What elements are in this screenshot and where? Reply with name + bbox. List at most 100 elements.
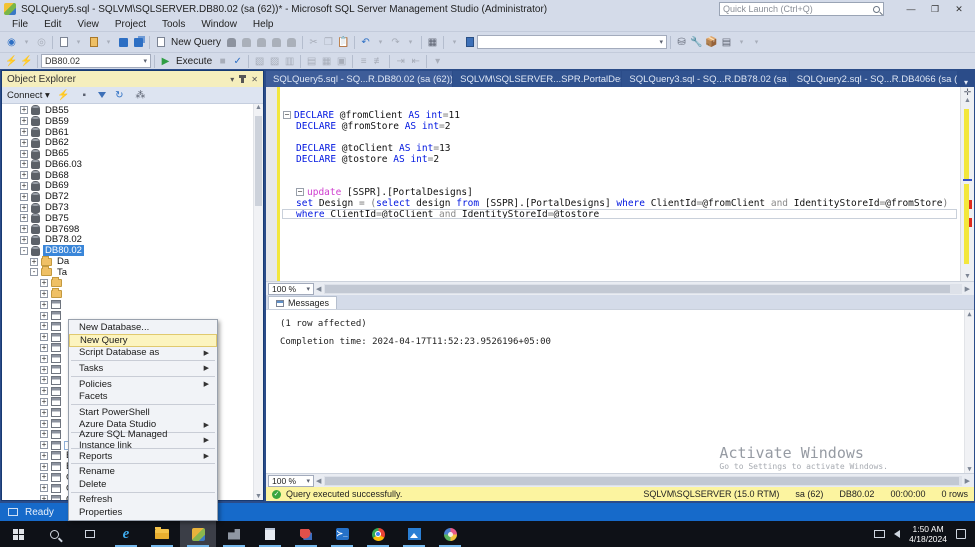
save-all-icon[interactable] <box>131 35 146 50</box>
taskbar-chrome[interactable] <box>360 521 396 547</box>
tab-sqlquery5-sql[interactable]: SQLQuery5.sql - SQ...R.DB80.02 (sa (62))… <box>266 71 453 87</box>
restore-button[interactable]: ❐ <box>923 1 947 17</box>
tree-row-db55[interactable]: + DB55 <box>2 105 263 116</box>
refresh-icon[interactable]: ↻ <box>112 89 127 101</box>
database-combo[interactable]: DB80.02 ▾ <box>41 54 151 68</box>
collapse-icon[interactable]: - <box>30 268 38 277</box>
forward-icon[interactable]: ◎ <box>34 35 49 50</box>
tree-row-db66-03[interactable]: + DB66.03 <box>2 159 263 170</box>
open-file-icon[interactable] <box>86 35 101 50</box>
expand-icon[interactable]: + <box>20 225 28 234</box>
expand-icon[interactable]: + <box>30 257 38 266</box>
tab-sqlvm-sqlserv[interactable]: SQLVM\SQLSERVER...SPR.PortalDesigns <box>453 71 622 87</box>
expand-icon[interactable]: + <box>20 171 28 180</box>
tree-row[interactable]: + <box>2 287 263 300</box>
expand-icon[interactable]: + <box>20 214 28 223</box>
editor-scroll-up-icon[interactable]: ▲ <box>964 97 971 104</box>
new-query-button[interactable]: New Query <box>168 37 224 48</box>
new-query-icon[interactable] <box>153 35 168 50</box>
outdent-icon[interactable]: ⇤ <box>408 54 423 69</box>
indent-icon[interactable]: ⇥ <box>393 54 408 69</box>
new-dta-query-icon[interactable] <box>224 35 239 50</box>
parse-icon[interactable]: ✓ <box>230 54 245 69</box>
taskbar-paint[interactable] <box>432 521 468 547</box>
expand-icon[interactable]: + <box>40 419 48 428</box>
designer-icon[interactable]: ▥ <box>282 54 297 69</box>
scripts-icon[interactable]: ⁂ <box>133 89 148 101</box>
toolbar2-overflow-icon[interactable]: ▾ <box>430 54 445 69</box>
open-query-icon[interactable] <box>284 35 299 50</box>
cut-icon[interactable]: ✂ <box>306 35 321 50</box>
tree-row-db61[interactable]: + DB61 <box>2 127 263 138</box>
new-item-icon[interactable] <box>56 35 71 50</box>
results-hscrollbar[interactable] <box>324 475 962 486</box>
pane-close-icon[interactable]: ✕ <box>251 75 258 84</box>
new-item-dropdown-icon[interactable]: ▾ <box>71 35 86 50</box>
tree-row-db65[interactable]: + DB65 <box>2 148 263 159</box>
copy-icon[interactable]: ❒ <box>321 35 336 50</box>
expand-icon[interactable]: + <box>20 149 28 158</box>
expand-icon[interactable]: + <box>40 365 48 374</box>
taskbar-server-manager[interactable] <box>216 521 252 547</box>
context-menu-item-properties[interactable]: Properties <box>69 506 217 519</box>
menu-view[interactable]: View <box>69 19 107 30</box>
context-menu-item-policies[interactable]: Policies ▶ <box>69 378 217 391</box>
uncomment-icon[interactable]: ≢ <box>371 54 386 69</box>
tree-row-ta[interactable]: - Ta <box>2 266 263 278</box>
tree-row-db75[interactable]: + DB75 <box>2 213 263 224</box>
results-text-icon[interactable]: ▤ <box>304 54 319 69</box>
menu-edit[interactable]: Edit <box>36 19 69 30</box>
new-mdx-query-icon[interactable] <box>239 35 254 50</box>
hscroll-right-icon[interactable]: ▶ <box>963 285 972 293</box>
export-icon[interactable]: ⛁ <box>674 35 689 50</box>
toolbar-overflow-icon[interactable]: ▾ <box>749 35 764 50</box>
list-dropdown-icon[interactable]: ▾ <box>734 35 749 50</box>
redo-dropdown-icon[interactable]: ▾ <box>403 35 418 50</box>
quick-launch-input[interactable]: Quick Launch (Ctrl+Q) <box>719 2 884 16</box>
editor-scroll-down-icon[interactable]: ▼ <box>964 273 971 280</box>
taskbar-ssms-active[interactable] <box>180 521 216 547</box>
disconnect-icon[interactable]: ⚡ <box>56 89 71 101</box>
context-menu-item-rename[interactable]: Rename <box>69 465 217 478</box>
expand-icon[interactable]: + <box>40 354 48 363</box>
expand-icon[interactable]: + <box>20 181 28 190</box>
expand-icon[interactable]: + <box>40 441 48 450</box>
find-combo[interactable]: ▾ <box>477 35 668 49</box>
tree-row-db62[interactable]: + DB62 <box>2 137 263 148</box>
expand-icon[interactable]: + <box>20 235 28 244</box>
expand-icon[interactable]: + <box>40 473 48 482</box>
expand-icon[interactable]: + <box>40 495 48 500</box>
toolbar-dropdown-icon[interactable]: ▾ <box>447 35 462 50</box>
tree-row-da[interactable]: + Da <box>2 255 263 267</box>
change-connection-icon[interactable]: ⚡ <box>19 54 34 69</box>
tree-row-db73[interactable]: + DB73 <box>2 202 263 213</box>
package-icon[interactable]: 📦 <box>704 35 719 50</box>
filter-icon[interactable] <box>97 92 106 98</box>
wrench-icon[interactable]: 🔧 <box>689 35 704 50</box>
expand-icon[interactable]: + <box>20 106 28 115</box>
expand-icon[interactable]: + <box>20 117 28 126</box>
scroll-thumb[interactable] <box>255 116 262 206</box>
results-grid-icon[interactable]: ▦ <box>319 54 334 69</box>
expand-icon[interactable]: + <box>20 192 28 201</box>
start-button[interactable] <box>0 521 36 547</box>
tree-row[interactable]: + <box>2 299 263 310</box>
code-area[interactable]: − DECLARE @fromClient AS int=11 DECLARE @f… <box>280 87 960 281</box>
menu-tools[interactable]: Tools <box>154 19 193 30</box>
context-menu-item-new-database[interactable]: New Database... <box>69 321 217 334</box>
fold-collapse-icon[interactable]: − <box>296 188 304 196</box>
menu-window[interactable]: Window <box>193 19 245 30</box>
pin-icon[interactable] <box>239 75 247 83</box>
connect-button[interactable]: Connect ▾ <box>7 90 50 101</box>
task-view-button[interactable] <box>72 521 108 547</box>
expand-icon[interactable]: + <box>40 408 48 417</box>
tree-row-db72[interactable]: + DB72 <box>2 191 263 202</box>
connect-db-icon[interactable]: ⚡ <box>4 54 19 69</box>
taskbar-powershell[interactable]: ≻_ <box>324 521 360 547</box>
minimize-button[interactable]: — <box>899 1 923 17</box>
highlight-icon[interactable] <box>462 35 477 50</box>
analyze-icon[interactable]: ▨ <box>267 54 282 69</box>
collapse-icon[interactable]: - <box>20 246 28 255</box>
expand-icon[interactable]: + <box>40 300 48 309</box>
expand-icon[interactable]: + <box>40 289 48 298</box>
